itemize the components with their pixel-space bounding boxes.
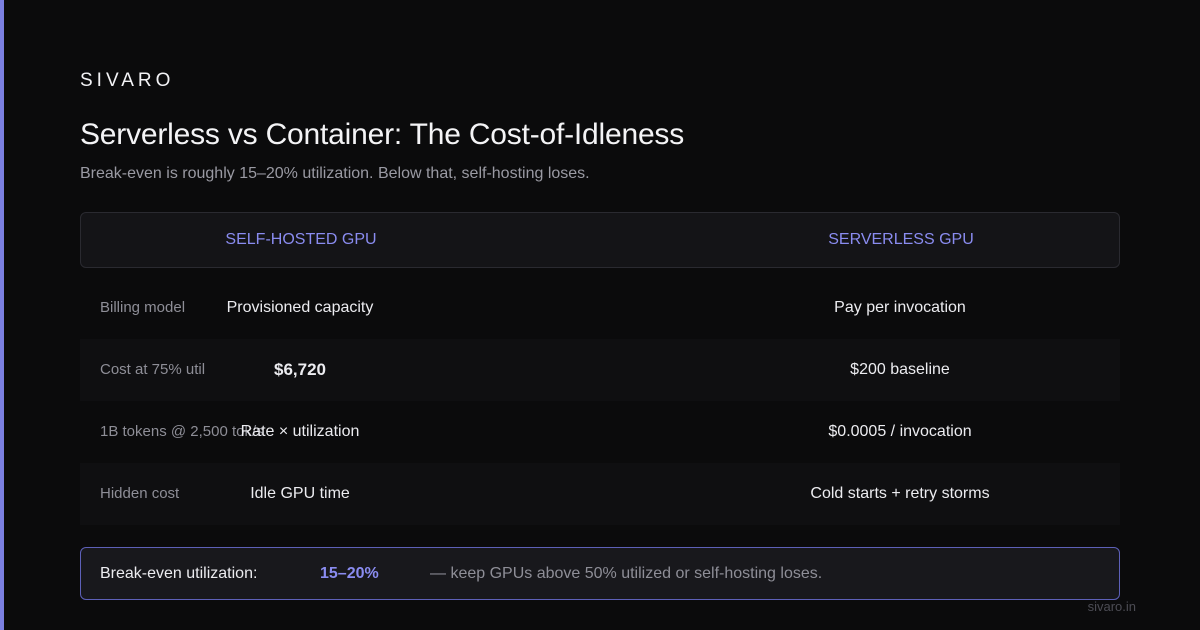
table-row: Cost at 75% util $6,720 $200 baseline — [80, 339, 1120, 401]
brand-logo: SIVARO — [80, 70, 175, 91]
callout-note: — keep GPUs above 50% utilized or self-h… — [430, 565, 823, 582]
page-title: Serverless vs Container: The Cost-of-Idl… — [80, 118, 685, 151]
break-even-callout: Break-even utilization: 15–20% — keep GP… — [80, 547, 1120, 600]
row-label: Cost at 75% util — [100, 361, 206, 378]
comparison-table-header: SELF-HOSTED GPU SERVERLESS GPU — [80, 212, 1120, 268]
page-subtitle: Break-even is roughly 15–20% utilization… — [80, 165, 590, 182]
table-row: Hidden cost Idle GPU time Cold starts + … — [80, 463, 1120, 525]
left-accent-bar — [0, 0, 4, 630]
row-label: Billing model — [100, 299, 186, 316]
serverless-cell: Cold starts + retry storms — [810, 485, 990, 502]
row-label: Hidden cost — [100, 485, 180, 502]
column-header-self-hosted: SELF-HOSTED GPU — [225, 231, 377, 248]
serverless-cell: $0.0005 / invocation — [828, 423, 972, 440]
serverless-cell: Pay per invocation — [834, 299, 966, 316]
self-hosted-cell: $6,720 — [274, 360, 326, 379]
self-hosted-cell: Rate × utilization — [240, 423, 360, 440]
callout-value: 15–20% — [320, 565, 379, 582]
self-hosted-cell: Idle GPU time — [250, 485, 350, 502]
table-row: 1B tokens @ 2,500 tok/s Rate × utilizati… — [80, 401, 1120, 463]
serverless-cell: $200 baseline — [850, 361, 950, 378]
column-header-serverless: SERVERLESS GPU — [828, 231, 974, 248]
footer-domain: sivaro.in — [1087, 599, 1136, 614]
table-row: Billing model Provisioned capacity Pay p… — [80, 277, 1120, 339]
callout-label: Break-even utilization: — [100, 565, 258, 582]
self-hosted-cell: Provisioned capacity — [226, 299, 374, 316]
